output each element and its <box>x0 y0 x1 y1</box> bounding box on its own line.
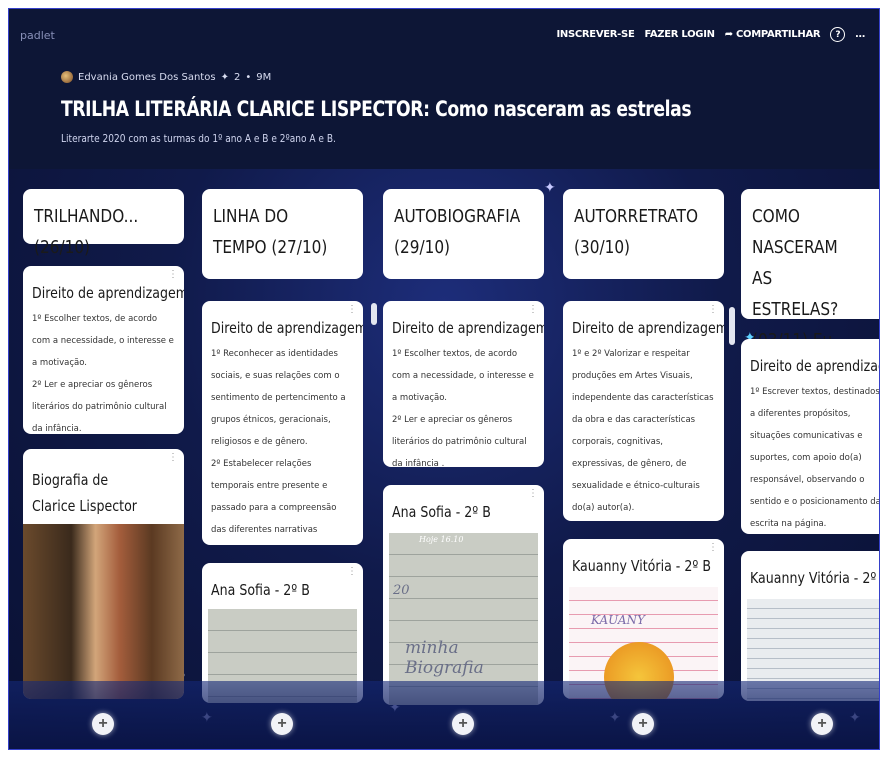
post-text: 1º Reconhecer as identidades sociais, e … <box>211 349 346 447</box>
post-menu-icon[interactable]: ⋮ <box>708 305 718 315</box>
post-text: 1º Escolher textos, de acordo com a nece… <box>32 314 174 368</box>
column-header[interactable]: AUTOBIOGRAFIA (29/10) <box>383 189 544 279</box>
handwritten-number: 20 <box>393 583 410 598</box>
share-button[interactable]: ➦ COMPARTILHAR <box>725 29 821 40</box>
padlet-board: ✦ ✦ ✦ ✦ ✦ ✦ ✦ ✦ padlet INSCREVER-SE FAZE… <box>8 8 880 750</box>
post-card[interactable]: ⋮ Direito de aprendizagem 1º Escolher te… <box>23 266 184 434</box>
post-card[interactable]: ⋮ Direito de aprendizagem 1º Reconhecer … <box>202 301 363 545</box>
add-post-button[interactable]: + <box>632 713 654 735</box>
post-title: Direito de aprendizagem <box>32 284 184 302</box>
board-title: TRILHA LITERÁRIA CLARICE LISPECTOR: Como… <box>61 97 692 121</box>
post-text: 1º Escrever textos, destinados a diferen… <box>750 387 880 529</box>
post-card[interactable]: ⋮ Ana Sofia - 2º B Hoje 16.10 20 minha B… <box>383 485 544 705</box>
more-menu-icon[interactable]: … <box>855 29 865 40</box>
post-text: 1º Escolher textos, de acordo com a nece… <box>392 349 534 403</box>
clarice-photo[interactable] <box>23 524 184 699</box>
board-header: padlet INSCREVER-SE FAZER LOGIN ➦ COMPAR… <box>9 9 879 169</box>
post-menu-icon[interactable]: ⋮ <box>168 270 178 280</box>
post-text: 2º Ler e apreciar os gêneros literários … <box>392 415 527 467</box>
post-title: Ana Sofia - 2º B <box>211 581 310 599</box>
post-body: 1º Escrever textos, destinados a diferen… <box>750 381 880 534</box>
post-menu-icon[interactable]: ⋮ <box>168 453 178 463</box>
handwritten-title: minha Biografia <box>405 638 484 678</box>
column-scrollbar[interactable] <box>371 303 377 325</box>
column-title: AUTOBIOGRAFIA (29/10) <box>394 206 521 258</box>
post-title: Direito de aprendizagem <box>750 357 879 375</box>
post-card[interactable]: Kauanny Vitória - 2º B <box>741 551 880 701</box>
author-name: Edvania Gomes Dos Santos <box>78 71 216 83</box>
login-button[interactable]: FAZER LOGIN <box>644 29 715 40</box>
column-header[interactable]: AUTORRETRATO (30/10) <box>563 189 724 279</box>
post-title: Kauanny Vitória - 2º B <box>750 569 880 587</box>
handwritten-name: KAUANY <box>591 613 645 627</box>
share-icon: ➦ <box>724 29 733 40</box>
board-meta: Edvania Gomes Dos Santos ✦ 2 • 9M <box>61 71 271 83</box>
post-text: 2º Ler e apreciar os gêneros literários … <box>32 380 167 434</box>
avatar[interactable] <box>61 71 73 83</box>
column-trilhando: TRILHANDO... (26/10) ⋮ Direito de aprend… <box>23 189 184 699</box>
post-text: 2º Estabelecer relações temporais entre … <box>211 459 337 535</box>
add-post-button[interactable]: + <box>92 713 114 735</box>
post-card[interactable]: ⋮ Direito de aprendizagem 1º Escolher te… <box>383 301 544 467</box>
post-title: Direito de aprendizagem <box>211 319 363 337</box>
handwritten-date: Hoje 16.10 <box>419 535 464 544</box>
post-card[interactable]: ⋮ Direito de aprendizagem 1º e 2º Valori… <box>563 301 724 521</box>
add-post-button[interactable]: + <box>271 713 293 735</box>
top-nav: INSCREVER-SE FAZER LOGIN ➦ COMPARTILHAR … <box>556 27 865 42</box>
column-header[interactable]: LINHA DO TEMPO (27/10) <box>202 189 363 279</box>
add-post-button[interactable]: + <box>452 713 474 735</box>
like-icon[interactable]: ✦ <box>221 72 229 83</box>
column-title: TRILHANDO... (26/10) <box>34 206 139 258</box>
column-header[interactable]: COMO NASCERAM AS ESTRELAS? (03/11) Eu pe… <box>741 189 879 413</box>
board-subtitle: Literarte 2020 com as turmas do 1º ano A… <box>61 132 336 145</box>
post-menu-icon[interactable]: ⋮ <box>347 305 357 315</box>
column-como-nasceram: COMO NASCERAM AS ESTRELAS? (03/11) Eu pe… <box>741 189 879 701</box>
post-time: 9M <box>256 71 272 83</box>
post-title: Ana Sofia - 2º B <box>392 503 491 521</box>
column-header[interactable]: TRILHANDO... (26/10) <box>23 189 184 258</box>
padlet-logo[interactable]: padlet <box>20 29 55 42</box>
post-body: 1º e 2º Valorizar e respeitar produções … <box>572 343 715 519</box>
help-icon[interactable]: ? <box>830 27 846 42</box>
post-card[interactable]: ⋮ Biografia de Clarice Lispector (resumo… <box>23 449 184 699</box>
column-title: AUTORRETRATO (30/10) <box>574 206 699 258</box>
post-body: 1º Reconhecer as identidades sociais, e … <box>211 343 354 545</box>
column-scrollbar[interactable] <box>729 307 735 345</box>
column-title: LINHA DO TEMPO (27/10) <box>213 206 328 258</box>
post-body: 1º Escolher textos, de acordo com a nece… <box>32 308 175 434</box>
post-menu-icon[interactable]: ⋮ <box>708 543 718 553</box>
post-card[interactable]: Direito de aprendizagem 1º Escrever text… <box>741 339 880 534</box>
like-count: 2 <box>233 71 241 83</box>
column-autobiografia: AUTOBIOGRAFIA (29/10) ⋮ Direito de apren… <box>383 189 544 705</box>
meta-separator: • <box>245 71 252 83</box>
post-menu-icon[interactable]: ⋮ <box>347 567 357 577</box>
share-label: COMPARTILHAR <box>735 29 821 40</box>
post-body: 1º Escolher textos, de acordo com a nece… <box>392 343 535 467</box>
add-post-row: + + + + + <box>9 681 879 749</box>
column-autorretrato: AUTORRETRATO (30/10) ⋮ Direito de aprend… <box>563 189 724 699</box>
subscribe-button[interactable]: INSCREVER-SE <box>556 29 634 40</box>
post-menu-icon[interactable]: ⋮ <box>528 305 538 315</box>
post-title: Kauanny Vitória - 2º B <box>572 557 711 575</box>
add-post-button[interactable]: + <box>811 713 833 735</box>
post-title: Direito de aprendizagem <box>572 319 724 337</box>
attachment-image[interactable]: Hoje 16.10 20 minha Biografia <box>389 533 538 705</box>
column-linha-do-tempo: LINHA DO TEMPO (27/10) ⋮ Direito de apre… <box>202 189 363 703</box>
post-card[interactable]: ⋮ Kauanny Vitória - 2º B KAUANY <box>563 539 724 699</box>
post-title: Direito de aprendizagem <box>392 319 544 337</box>
post-menu-icon[interactable]: ⋮ <box>528 489 538 499</box>
post-text: 1º e 2º Valorizar e respeitar produções … <box>572 349 714 513</box>
